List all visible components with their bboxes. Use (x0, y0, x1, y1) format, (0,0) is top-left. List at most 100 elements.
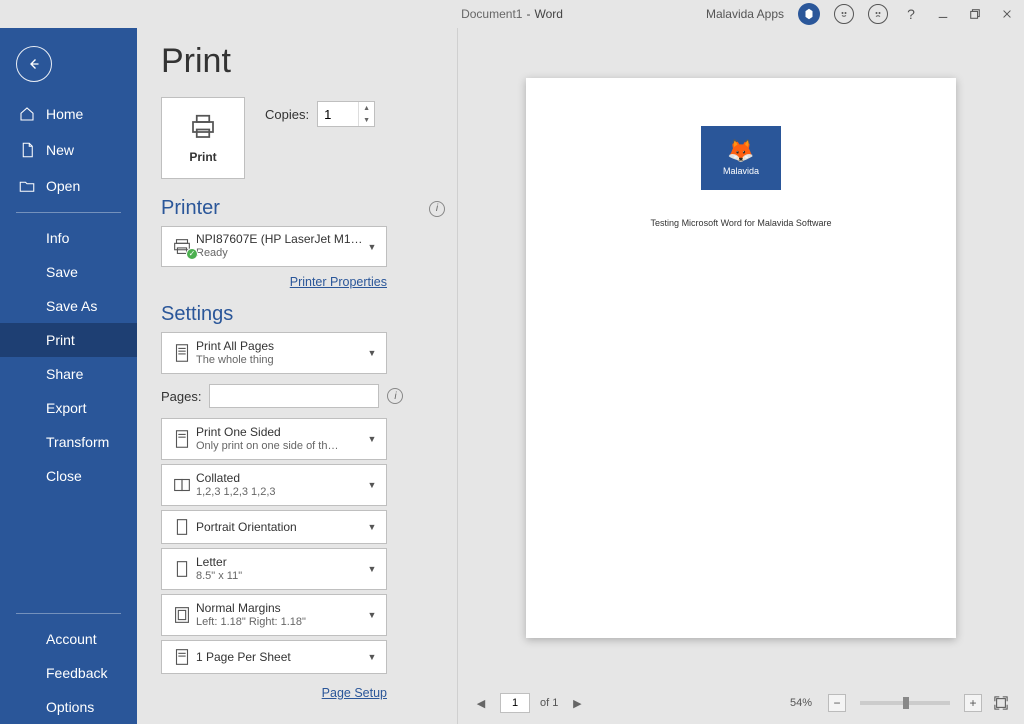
pages-icon (168, 342, 196, 364)
preview-footer: ◀ of 1 ▶ 54% − + (472, 688, 1010, 718)
account-name[interactable]: Malavida Apps (706, 7, 784, 21)
collate-dropdown[interactable]: Collated1,2,3 1,2,3 1,2,3 ▼ (161, 464, 387, 506)
paper-size-dropdown[interactable]: Letter8.5" x 11" ▼ (161, 548, 387, 590)
sidebar-item-export[interactable]: Export (0, 391, 137, 425)
sidebar-item-label: Close (46, 468, 82, 484)
prev-page-button[interactable]: ◀ (472, 694, 490, 712)
zoom-slider[interactable] (860, 701, 950, 705)
copies-input[interactable] (318, 107, 358, 122)
margins-dropdown[interactable]: Normal MarginsLeft: 1.18" Right: 1.18" ▼ (161, 594, 387, 636)
sidebar-item-label: Options (46, 699, 94, 715)
sidebar-item-info[interactable]: Info (0, 221, 137, 255)
zoom-out-button[interactable]: − (828, 694, 846, 712)
page-preview: 🦊 Malavida Testing Microsoft Word for Ma… (526, 78, 956, 638)
page-title: Print (161, 42, 457, 81)
pages-input[interactable] (209, 384, 379, 408)
close-button[interactable] (998, 5, 1016, 23)
pages-per-sheet-dropdown[interactable]: 1 Page Per Sheet ▼ (161, 640, 387, 674)
sidebar-item-label: Save As (46, 298, 97, 314)
sidebar-item-saveas[interactable]: Save As (0, 289, 137, 323)
restore-button[interactable] (966, 5, 984, 23)
paper-icon (168, 558, 196, 580)
chevron-down-icon: ▼ (364, 652, 380, 662)
print-button[interactable]: Print (161, 97, 245, 179)
sidebar-item-save[interactable]: Save (0, 255, 137, 289)
home-icon (18, 105, 36, 123)
collate-icon (168, 474, 196, 496)
zoom-in-button[interactable]: + (964, 694, 982, 712)
printer-dropdown[interactable]: ✓ NPI87607E (HP LaserJet M15… Ready ▼ (161, 226, 387, 267)
sidebar-item-feedback[interactable]: Feedback (0, 656, 137, 690)
printer-section-title: Printer (161, 197, 220, 220)
chevron-down-icon: ▼ (364, 480, 380, 490)
sidebar-item-label: Share (46, 366, 83, 382)
one-sided-icon (168, 428, 196, 450)
printer-name: NPI87607E (HP LaserJet M15… (196, 232, 364, 247)
status-ok-icon: ✓ (186, 248, 198, 260)
page-number-input[interactable] (500, 693, 530, 713)
preview-canvas: 🦊 Malavida Testing Microsoft Word for Ma… (472, 28, 1010, 688)
page-count-text: of 1 (540, 697, 558, 709)
sidebar-item-new[interactable]: New (0, 132, 137, 168)
back-button[interactable] (16, 46, 52, 82)
settings-section-title: Settings (161, 303, 233, 326)
sidebar-item-print[interactable]: Print (0, 323, 137, 357)
sad-face-icon[interactable] (868, 4, 888, 24)
preview-logo: 🦊 Malavida (701, 126, 781, 190)
backstage-sidebar: Home New Open Info Save Save As Print Sh… (0, 28, 137, 724)
copies-label: Copies: (265, 107, 309, 122)
sidebar-item-label: Open (46, 178, 80, 194)
sidebar-separator (16, 212, 121, 213)
sides-dropdown[interactable]: Print One SidedOnly print on one side of… (161, 418, 387, 460)
pages-info-icon[interactable]: i (387, 388, 403, 404)
sidebar-item-home[interactable]: Home (0, 96, 137, 132)
zoom-thumb[interactable] (903, 697, 909, 709)
chevron-down-icon: ▼ (364, 564, 380, 574)
smile-face-icon[interactable] (834, 4, 854, 24)
sidebar-item-options[interactable]: Options (0, 690, 137, 724)
sidebar-item-label: New (46, 142, 74, 158)
copies-input-wrap[interactable]: ▲ ▼ (317, 101, 375, 127)
sidebar-item-close[interactable]: Close (0, 459, 137, 493)
print-what-dropdown[interactable]: Print All PagesThe whole thing ▼ (161, 332, 387, 374)
sidebar-separator (16, 613, 121, 614)
copies-spin-up[interactable]: ▲ (359, 102, 374, 114)
sidebar-item-transform[interactable]: Transform (0, 425, 137, 459)
sidebar-item-share[interactable]: Share (0, 357, 137, 391)
title-bar: Document1 - Word Malavida Apps ? (0, 0, 1024, 28)
zoom-fit-button[interactable] (992, 694, 1010, 712)
chevron-down-icon: ▼ (364, 348, 380, 358)
window-title: Document1 - Word (461, 7, 563, 21)
zoom-percent: 54% (790, 697, 812, 709)
preview-body-text: Testing Microsoft Word for Malavida Soft… (651, 218, 832, 228)
print-button-label: Print (189, 150, 216, 164)
minimize-button[interactable] (934, 5, 952, 23)
chevron-down-icon: ▼ (364, 242, 380, 252)
chevron-down-icon: ▼ (364, 610, 380, 620)
chevron-down-icon: ▼ (364, 522, 380, 532)
print-settings-pane: Print Print Copies: ▲ ▼ (137, 28, 457, 724)
printer-icon (186, 112, 220, 142)
help-button[interactable]: ? (902, 5, 920, 23)
print-preview-pane: 🦊 Malavida Testing Microsoft Word for Ma… (457, 28, 1024, 724)
page-setup-link[interactable]: Page Setup (322, 686, 387, 700)
copies-spin-down[interactable]: ▼ (359, 114, 374, 126)
sidebar-item-label: Home (46, 106, 83, 122)
sidebar-item-open[interactable]: Open (0, 168, 137, 204)
sidebar-item-label: Feedback (46, 665, 107, 681)
next-page-button[interactable]: ▶ (568, 694, 586, 712)
printer-properties-link[interactable]: Printer Properties (290, 275, 387, 289)
printer-info-icon[interactable]: i (429, 201, 445, 217)
orientation-dropdown[interactable]: Portrait Orientation ▼ (161, 510, 387, 544)
copies-control: Copies: ▲ ▼ (265, 101, 375, 127)
new-icon (18, 141, 36, 159)
open-icon (18, 177, 36, 195)
sidebar-item-label: Export (46, 400, 86, 416)
pages-label: Pages: (161, 389, 201, 404)
account-avatar[interactable] (798, 3, 820, 25)
printer-status-text: Ready (196, 247, 364, 261)
portrait-icon (168, 516, 196, 538)
sidebar-item-label: Info (46, 230, 69, 246)
margins-icon (168, 604, 196, 626)
sidebar-item-account[interactable]: Account (0, 622, 137, 656)
